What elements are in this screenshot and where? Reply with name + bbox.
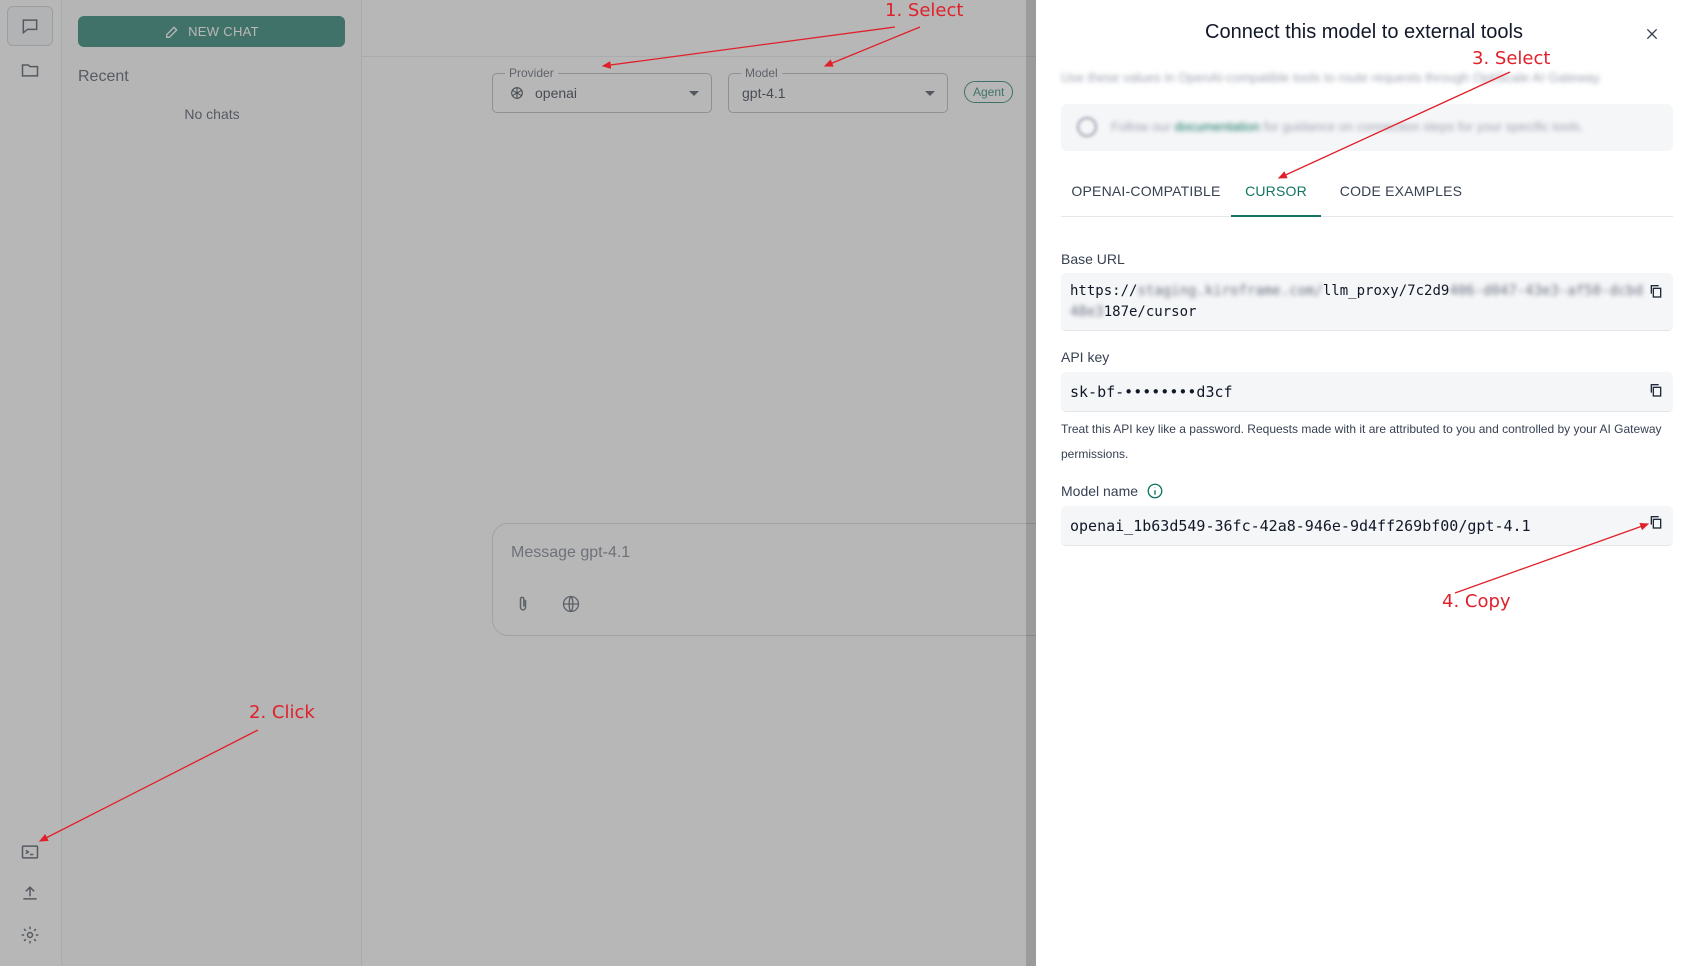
close-icon <box>1646 28 1658 40</box>
tab-openai-compatible[interactable]: OPENAI-COMPATIBLE <box>1061 171 1231 217</box>
api-key-label: API key <box>1061 349 1110 365</box>
documentation-link[interactable]: documentation <box>1175 119 1260 134</box>
base-url-label: Base URL <box>1061 251 1125 267</box>
copy-model-name-button[interactable] <box>1647 513 1665 531</box>
annotation-step-2: 2. Click <box>249 702 315 723</box>
copy-base-url-button[interactable] <box>1647 282 1665 300</box>
tab-cursor[interactable]: CURSOR <box>1231 171 1321 217</box>
integration-tabs: OPENAI-COMPATIBLE CURSOR CODE EXAMPLES <box>1061 171 1673 217</box>
base-url-id-redacted-2: 48e3 <box>1070 304 1104 320</box>
close-button[interactable] <box>1640 22 1664 46</box>
api-key-field[interactable]: sk-bf-••••••••d3cf <box>1061 372 1673 412</box>
base-url-suffix: 187e/cursor <box>1103 304 1197 320</box>
base-url-line-1: https://staging.kiroframe.com/llm_proxy/… <box>1070 283 1643 299</box>
drawer-title: Connect this model to external tools <box>1205 21 1523 43</box>
copy-icon <box>1650 384 1662 397</box>
info-circle-icon[interactable] <box>1146 482 1164 500</box>
copy-icon <box>1650 516 1662 529</box>
api-key-value: sk-bf-••••••••d3cf <box>1070 383 1233 401</box>
drawer-description: Use these values in OpenAI-compatible to… <box>1061 70 1602 85</box>
copy-icon <box>1650 285 1662 298</box>
info-icon <box>1077 117 1097 137</box>
base-url-line-2: 48e3187e/cursor <box>1070 304 1196 320</box>
base-url-id-redacted: 406-d047-43e3-af50-dcbd <box>1449 283 1644 299</box>
annotation-step-3: 3. Select <box>1472 48 1551 69</box>
drawer-shadow <box>1026 0 1036 966</box>
base-url-host-redacted: staging.kiroframe.com/ <box>1137 283 1323 299</box>
base-url-field[interactable]: https://staging.kiroframe.com/llm_proxy/… <box>1061 273 1673 331</box>
base-url-path: llm_proxy/7c2d9 <box>1322 283 1450 299</box>
info-callout: Follow our documentation for guidance on… <box>1061 104 1673 151</box>
model-name-value: openai_1b63d549-36fc-42a8-946e-9d4ff269b… <box>1070 517 1531 535</box>
tab-code-examples[interactable]: CODE EXAMPLES <box>1336 171 1466 217</box>
annotation-step-4: 4. Copy <box>1442 591 1511 612</box>
model-name-label: Model name <box>1061 482 1164 500</box>
annotation-step-1: 1. Select <box>885 0 964 21</box>
info-prefix: Follow our <box>1111 119 1171 134</box>
model-name-field[interactable]: openai_1b63d549-36fc-42a8-946e-9d4ff269b… <box>1061 506 1673 546</box>
copy-api-key-button[interactable] <box>1647 381 1665 399</box>
base-url-scheme: https:// <box>1070 283 1138 299</box>
info-text: Follow our documentation for guidance on… <box>1111 119 1584 134</box>
info-suffix: for guidance on connection steps for you… <box>1263 119 1584 134</box>
modal-backdrop[interactable] <box>0 0 1036 966</box>
model-name-label-text: Model name <box>1061 483 1139 499</box>
api-key-hint: Treat this API key like a password. Requ… <box>1061 422 1662 461</box>
